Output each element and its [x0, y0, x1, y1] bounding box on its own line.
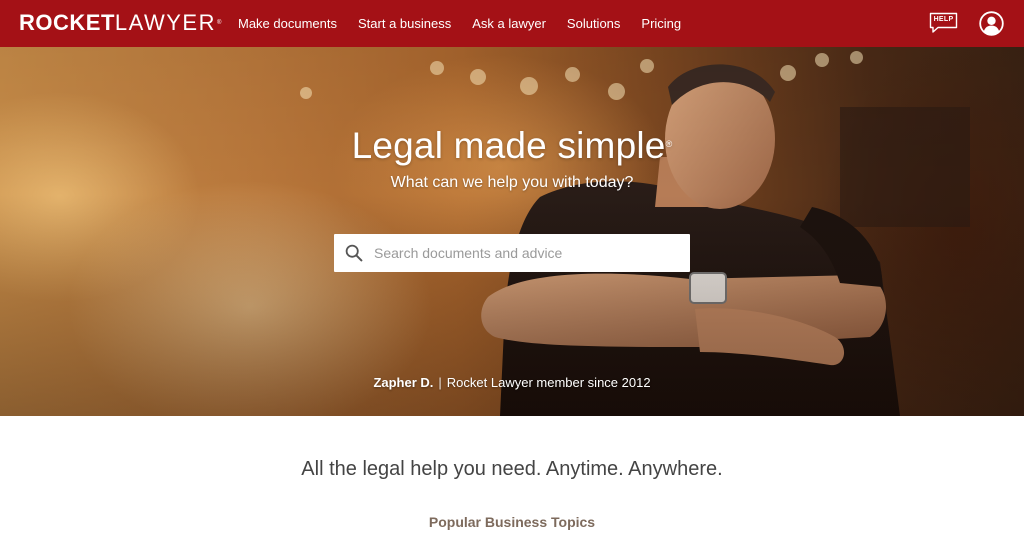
member-caption: Rocket Lawyer member since 2012 [446, 375, 651, 390]
nav-pricing[interactable]: Pricing [641, 16, 681, 31]
hero-banner: Legal made simple® What can we help you … [0, 47, 1024, 416]
hero-title: Legal made simple® [0, 125, 1024, 167]
rocket-lawyer-logo[interactable]: ROCKETLAWYER® [19, 11, 222, 35]
nav-start-a-business[interactable]: Start a business [358, 16, 451, 31]
nav-ask-a-lawyer[interactable]: Ask a lawyer [472, 16, 546, 31]
member-name: Zapher D. [373, 375, 434, 390]
main-nav: Make documents Start a business Ask a la… [238, 0, 702, 47]
user-account-icon [979, 11, 1004, 36]
logo-light-text: LAWYER [114, 10, 216, 35]
logo-bold-text: ROCKET [19, 10, 115, 35]
hero-title-text: Legal made simple [351, 125, 666, 166]
search-box[interactable] [334, 234, 690, 272]
tagline: All the legal help you need. Anytime. An… [301, 458, 723, 480]
member-testimonial: Zapher D. | Rocket Lawyer member since 201… [0, 375, 1024, 390]
popular-topics-heading: Popular Business Topics [428, 514, 596, 530]
logo-registered-mark: ® [216, 20, 222, 26]
hero-subtitle: What can we help you with today? [390, 174, 634, 191]
help-label: HELP [933, 16, 954, 23]
nav-solutions[interactable]: Solutions [567, 16, 620, 31]
nav-make-documents[interactable]: Make documents [238, 16, 337, 31]
account-button[interactable] [979, 11, 1004, 36]
search-icon [345, 244, 363, 262]
help-button[interactable]: HELP [929, 12, 958, 34]
search-input[interactable] [374, 234, 680, 272]
top-nav-bar: ROCKETLAWYER® Make documents Start a bus… [0, 0, 1024, 47]
testimonial-separator: | [438, 375, 442, 390]
hero-shade-overlay [0, 47, 1024, 416]
hero-title-registered-mark: ® [665, 139, 673, 149]
